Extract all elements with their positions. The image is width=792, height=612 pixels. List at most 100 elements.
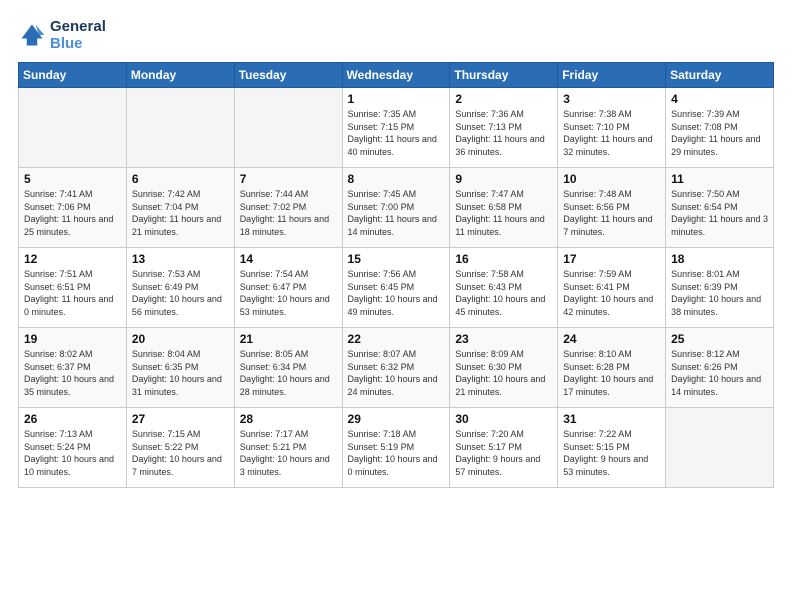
day-number: 5 xyxy=(24,172,121,186)
cell-info: Sunrise: 7:36 AMSunset: 7:13 PMDaylight:… xyxy=(455,108,552,158)
calendar-cell: 4 Sunrise: 7:39 AMSunset: 7:08 PMDaylight… xyxy=(666,88,774,168)
calendar-cell: 12 Sunrise: 7:51 AMSunset: 6:51 PMDayligh… xyxy=(19,248,127,328)
weekday-header-tuesday: Tuesday xyxy=(234,63,342,88)
day-number: 25 xyxy=(671,332,768,346)
cell-info: Sunrise: 7:22 AMSunset: 5:15 PMDaylight:… xyxy=(563,428,660,478)
logo-text: General Blue xyxy=(50,18,106,52)
calendar-cell: 3 Sunrise: 7:38 AMSunset: 7:10 PMDaylight… xyxy=(558,88,666,168)
calendar-cell xyxy=(19,88,127,168)
calendar-cell: 13Sunrise: 7:53 AMSunset: 6:49 PMDayligh… xyxy=(126,248,234,328)
cell-info: Sunrise: 7:18 AMSunset: 5:19 PMDaylight:… xyxy=(348,428,445,478)
calendar-cell: 2 Sunrise: 7:36 AMSunset: 7:13 PMDaylight… xyxy=(450,88,558,168)
calendar-cell: 7Sunrise: 7:44 AMSunset: 7:02 PMDaylight… xyxy=(234,168,342,248)
cell-info: Sunrise: 8:02 AMSunset: 6:37 PMDaylight:… xyxy=(24,348,121,398)
calendar-cell xyxy=(666,408,774,488)
header: General Blue xyxy=(18,18,774,52)
day-number: 9 xyxy=(455,172,552,186)
calendar-cell: 18 Sunrise: 8:01 AMSunset: 6:39 PMDayligh… xyxy=(666,248,774,328)
calendar-cell: 1Sunrise: 7:35 AMSunset: 7:15 PMDaylight… xyxy=(342,88,450,168)
cell-info: Sunrise: 7:51 AMSunset: 6:51 PMDaylight:… xyxy=(24,268,121,318)
day-number: 22 xyxy=(348,332,445,346)
cell-info: Sunrise: 8:01 AMSunset: 6:39 PMDaylight:… xyxy=(671,268,768,318)
weekday-header-sunday: Sunday xyxy=(19,63,127,88)
day-number: 11 xyxy=(671,172,768,186)
day-number: 28 xyxy=(240,412,337,426)
calendar-week-2: 5 Sunrise: 7:41 AMSunset: 7:06 PMDaylight… xyxy=(19,168,774,248)
day-number: 3 xyxy=(563,92,660,106)
calendar-cell: 11 Sunrise: 7:50 AMSunset: 6:54 PMDayligh… xyxy=(666,168,774,248)
cell-info: Sunrise: 7:15 AMSunset: 5:22 PMDaylight:… xyxy=(132,428,229,478)
calendar-cell: 14Sunrise: 7:54 AMSunset: 6:47 PMDayligh… xyxy=(234,248,342,328)
calendar-cell: 28Sunrise: 7:17 AMSunset: 5:21 PMDayligh… xyxy=(234,408,342,488)
day-number: 10 xyxy=(563,172,660,186)
calendar-cell: 9 Sunrise: 7:47 AMSunset: 6:58 PMDaylight… xyxy=(450,168,558,248)
day-number: 6 xyxy=(132,172,229,186)
cell-info: Sunrise: 8:07 AMSunset: 6:32 PMDaylight:… xyxy=(348,348,445,398)
day-number: 2 xyxy=(455,92,552,106)
cell-info: Sunrise: 8:10 AMSunset: 6:28 PMDaylight:… xyxy=(563,348,660,398)
cell-info: Sunrise: 7:45 AMSunset: 7:00 PMDaylight:… xyxy=(348,188,445,238)
day-number: 29 xyxy=(348,412,445,426)
calendar-cell xyxy=(234,88,342,168)
cell-info: Sunrise: 7:20 AMSunset: 5:17 PMDaylight:… xyxy=(455,428,552,478)
weekday-header-row: SundayMondayTuesdayWednesdayThursdayFrid… xyxy=(19,63,774,88)
cell-info: Sunrise: 8:05 AMSunset: 6:34 PMDaylight:… xyxy=(240,348,337,398)
day-number: 21 xyxy=(240,332,337,346)
day-number: 8 xyxy=(348,172,445,186)
cell-info: Sunrise: 7:41 AMSunset: 7:06 PMDaylight:… xyxy=(24,188,121,238)
calendar-cell: 25 Sunrise: 8:12 AMSunset: 6:26 PMDayligh… xyxy=(666,328,774,408)
cell-info: Sunrise: 7:50 AMSunset: 6:54 PMDaylight:… xyxy=(671,188,768,238)
day-number: 1 xyxy=(348,92,445,106)
day-number: 23 xyxy=(455,332,552,346)
calendar-cell: 20 Sunrise: 8:04 AMSunset: 6:35 PMDayligh… xyxy=(126,328,234,408)
cell-info: Sunrise: 7:47 AMSunset: 6:58 PMDaylight:… xyxy=(455,188,552,238)
calendar-cell xyxy=(126,88,234,168)
cell-info: Sunrise: 7:48 AMSunset: 6:56 PMDaylight:… xyxy=(563,188,660,238)
calendar-cell: 27 Sunrise: 7:15 AMSunset: 5:22 PMDayligh… xyxy=(126,408,234,488)
calendar: SundayMondayTuesdayWednesdayThursdayFrid… xyxy=(18,62,774,488)
day-number: 14 xyxy=(240,252,337,266)
day-number: 19 xyxy=(24,332,121,346)
day-number: 13 xyxy=(132,252,229,266)
day-number: 12 xyxy=(24,252,121,266)
day-number: 26 xyxy=(24,412,121,426)
calendar-week-5: 26 Sunrise: 7:13 AMSunset: 5:24 PMDayligh… xyxy=(19,408,774,488)
cell-info: Sunrise: 8:12 AMSunset: 6:26 PMDaylight:… xyxy=(671,348,768,398)
calendar-week-4: 19 Sunrise: 8:02 AMSunset: 6:37 PMDayligh… xyxy=(19,328,774,408)
calendar-cell: 30Sunrise: 7:20 AMSunset: 5:17 PMDayligh… xyxy=(450,408,558,488)
day-number: 16 xyxy=(455,252,552,266)
calendar-cell: 26 Sunrise: 7:13 AMSunset: 5:24 PMDayligh… xyxy=(19,408,127,488)
calendar-cell: 31 Sunrise: 7:22 AMSunset: 5:15 PMDayligh… xyxy=(558,408,666,488)
cell-info: Sunrise: 8:04 AMSunset: 6:35 PMDaylight:… xyxy=(132,348,229,398)
logo-icon xyxy=(18,21,46,49)
calendar-cell: 22 Sunrise: 8:07 AMSunset: 6:32 PMDayligh… xyxy=(342,328,450,408)
weekday-header-thursday: Thursday xyxy=(450,63,558,88)
cell-info: Sunrise: 7:42 AMSunset: 7:04 PMDaylight:… xyxy=(132,188,229,238)
weekday-header-friday: Friday xyxy=(558,63,666,88)
cell-info: Sunrise: 7:58 AMSunset: 6:43 PMDaylight:… xyxy=(455,268,552,318)
calendar-week-3: 12 Sunrise: 7:51 AMSunset: 6:51 PMDayligh… xyxy=(19,248,774,328)
day-number: 18 xyxy=(671,252,768,266)
calendar-cell: 8 Sunrise: 7:45 AMSunset: 7:00 PMDaylight… xyxy=(342,168,450,248)
calendar-cell: 15Sunrise: 7:56 AMSunset: 6:45 PMDayligh… xyxy=(342,248,450,328)
day-number: 15 xyxy=(348,252,445,266)
calendar-cell: 24Sunrise: 8:10 AMSunset: 6:28 PMDayligh… xyxy=(558,328,666,408)
cell-info: Sunrise: 7:38 AMSunset: 7:10 PMDaylight:… xyxy=(563,108,660,158)
weekday-header-wednesday: Wednesday xyxy=(342,63,450,88)
cell-info: Sunrise: 7:39 AMSunset: 7:08 PMDaylight:… xyxy=(671,108,768,158)
day-number: 31 xyxy=(563,412,660,426)
calendar-cell: 10 Sunrise: 7:48 AMSunset: 6:56 PMDayligh… xyxy=(558,168,666,248)
calendar-cell: 17Sunrise: 7:59 AMSunset: 6:41 PMDayligh… xyxy=(558,248,666,328)
calendar-cell: 5 Sunrise: 7:41 AMSunset: 7:06 PMDaylight… xyxy=(19,168,127,248)
weekday-header-monday: Monday xyxy=(126,63,234,88)
calendar-cell: 29 Sunrise: 7:18 AMSunset: 5:19 PMDayligh… xyxy=(342,408,450,488)
day-number: 4 xyxy=(671,92,768,106)
day-number: 7 xyxy=(240,172,337,186)
calendar-cell: 19 Sunrise: 8:02 AMSunset: 6:37 PMDayligh… xyxy=(19,328,127,408)
day-number: 20 xyxy=(132,332,229,346)
calendar-cell: 16 Sunrise: 7:58 AMSunset: 6:43 PMDayligh… xyxy=(450,248,558,328)
day-number: 27 xyxy=(132,412,229,426)
weekday-header-saturday: Saturday xyxy=(666,63,774,88)
calendar-cell: 21 Sunrise: 8:05 AMSunset: 6:34 PMDayligh… xyxy=(234,328,342,408)
cell-info: Sunrise: 7:13 AMSunset: 5:24 PMDaylight:… xyxy=(24,428,121,478)
